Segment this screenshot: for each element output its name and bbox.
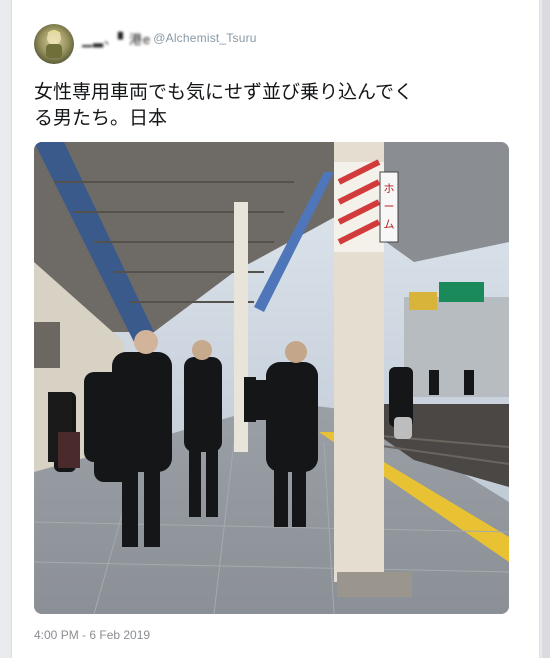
svg-text:ホ: ホ [384, 182, 395, 195]
scroll-gutter [542, 0, 550, 658]
display-name[interactable]: ▁▂、▘港e [82, 29, 151, 48]
tweet-timestamp[interactable]: 4:00 PM - 6 Feb 2019 [34, 628, 150, 642]
user-avatar[interactable] [34, 24, 74, 64]
user-handle[interactable]: ▁▂、▘港e @Alchemist_Tsuru [82, 28, 257, 48]
svg-text:ー: ー [384, 200, 395, 213]
avatar-image-icon [46, 30, 62, 58]
svg-text:ム: ム [384, 218, 395, 231]
platform-photo-icon: ホ ー ム [34, 142, 509, 614]
tweet-photo[interactable]: ホ ー ム [34, 142, 509, 614]
tweet-text: 女性専用車両でも気にせず並び乗り込んでく る男たち。日本 [34, 81, 414, 129]
tweet-card: ▁▂、▘港e @Alchemist_Tsuru 女性専用車両でも気にせず並び乗り… [12, 0, 539, 658]
username[interactable]: @Alchemist_Tsuru [153, 31, 256, 45]
